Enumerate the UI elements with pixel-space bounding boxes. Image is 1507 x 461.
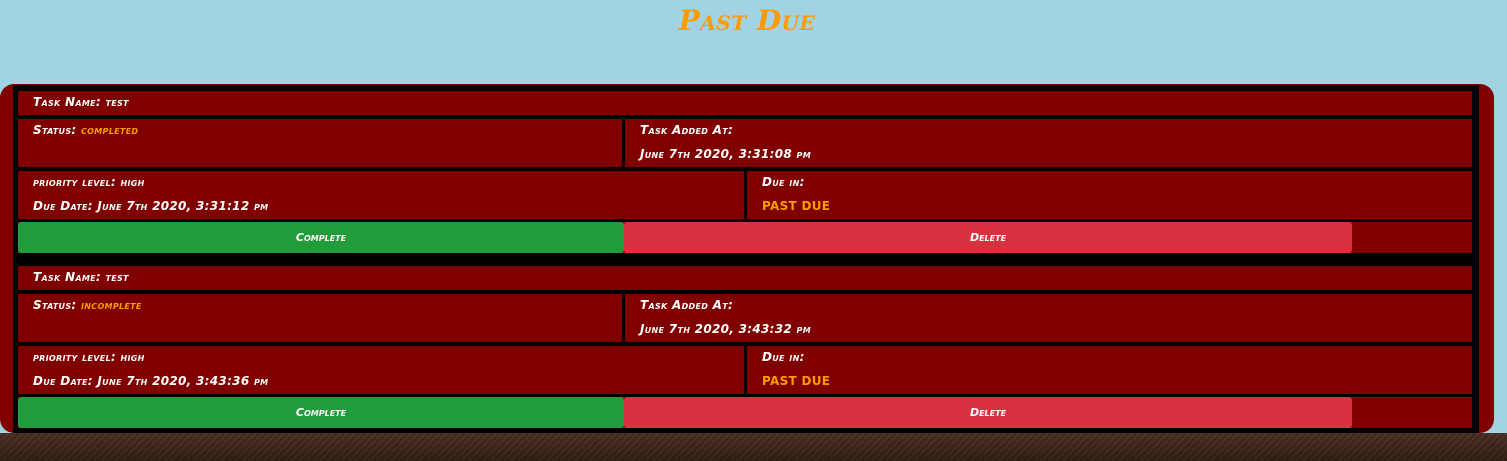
status-row: Status: incomplete Task Added At: June 7…	[18, 294, 1472, 342]
added-at-label: Task Added At:	[640, 123, 734, 137]
status-label: Status:	[33, 123, 77, 137]
task-name-row: Task Name: test	[18, 266, 1472, 290]
due-in-value: PAST DUE	[762, 199, 831, 213]
task-name-value: test	[105, 95, 129, 109]
status-value: completed	[81, 123, 139, 137]
status-cell: Status: incomplete	[18, 294, 622, 342]
priority-label: priority level:	[33, 175, 116, 189]
status-cell: Status: completed	[18, 119, 622, 167]
complete-button[interactable]: Complete	[18, 222, 624, 253]
task-name-label: Task Name:	[33, 95, 101, 109]
priority-value: high	[120, 350, 145, 364]
delete-button[interactable]: Delete	[624, 397, 1352, 428]
due-in-cell: Due in: PAST DUE	[747, 171, 1472, 219]
priority-cell: priority level: high Due Date: June 7th …	[18, 171, 744, 219]
added-at-cell: Task Added At: June 7th 2020, 3:43:32 pm	[625, 294, 1472, 342]
added-at-label: Task Added At:	[640, 298, 734, 312]
task-name-label: Task Name:	[33, 270, 101, 284]
task-name-value: test	[105, 270, 129, 284]
added-at-value: June 7th 2020, 3:31:08 pm	[640, 147, 811, 161]
priority-row: priority level: high Due Date: June 7th …	[18, 171, 1472, 219]
delete-button[interactable]: Delete	[624, 222, 1352, 253]
page-title: Past Due	[678, 4, 816, 37]
task-name-row: Task Name: test	[18, 91, 1472, 115]
due-in-label: Due in:	[762, 350, 805, 364]
task-name-cell: Task Name: test	[18, 91, 1472, 115]
priority-row: priority level: high Due Date: June 7th …	[18, 346, 1472, 394]
due-in-value: PAST DUE	[762, 374, 831, 388]
due-date-value: June 7th 2020, 3:31:12 pm	[97, 199, 269, 213]
footer-strip	[0, 433, 1507, 461]
status-row: Status: completed Task Added At: June 7t…	[18, 119, 1472, 167]
task-card: Task Name: test Status: completed Task A…	[18, 91, 1472, 254]
due-in-cell: Due in: PAST DUE	[747, 346, 1472, 394]
task-actions: Complete Delete	[18, 222, 1472, 253]
priority-cell: priority level: high Due Date: June 7th …	[18, 346, 744, 394]
added-at-cell: Task Added At: June 7th 2020, 3:31:08 pm	[625, 119, 1472, 167]
due-date-value: June 7th 2020, 3:43:36 pm	[97, 374, 269, 388]
task-actions: Complete Delete	[18, 397, 1472, 428]
task-name-cell: Task Name: test	[18, 266, 1472, 290]
priority-value: high	[120, 175, 145, 189]
complete-button[interactable]: Complete	[18, 397, 624, 428]
due-in-label: Due in:	[762, 175, 805, 189]
status-label: Status:	[33, 298, 77, 312]
added-at-value: June 7th 2020, 3:43:32 pm	[640, 322, 811, 336]
task-card: Task Name: test Status: incomplete Task …	[18, 266, 1472, 429]
priority-label: priority level:	[33, 350, 116, 364]
due-date-label: Due Date:	[33, 199, 93, 213]
due-date-label: Due Date:	[33, 374, 93, 388]
status-value: incomplete	[81, 298, 142, 312]
